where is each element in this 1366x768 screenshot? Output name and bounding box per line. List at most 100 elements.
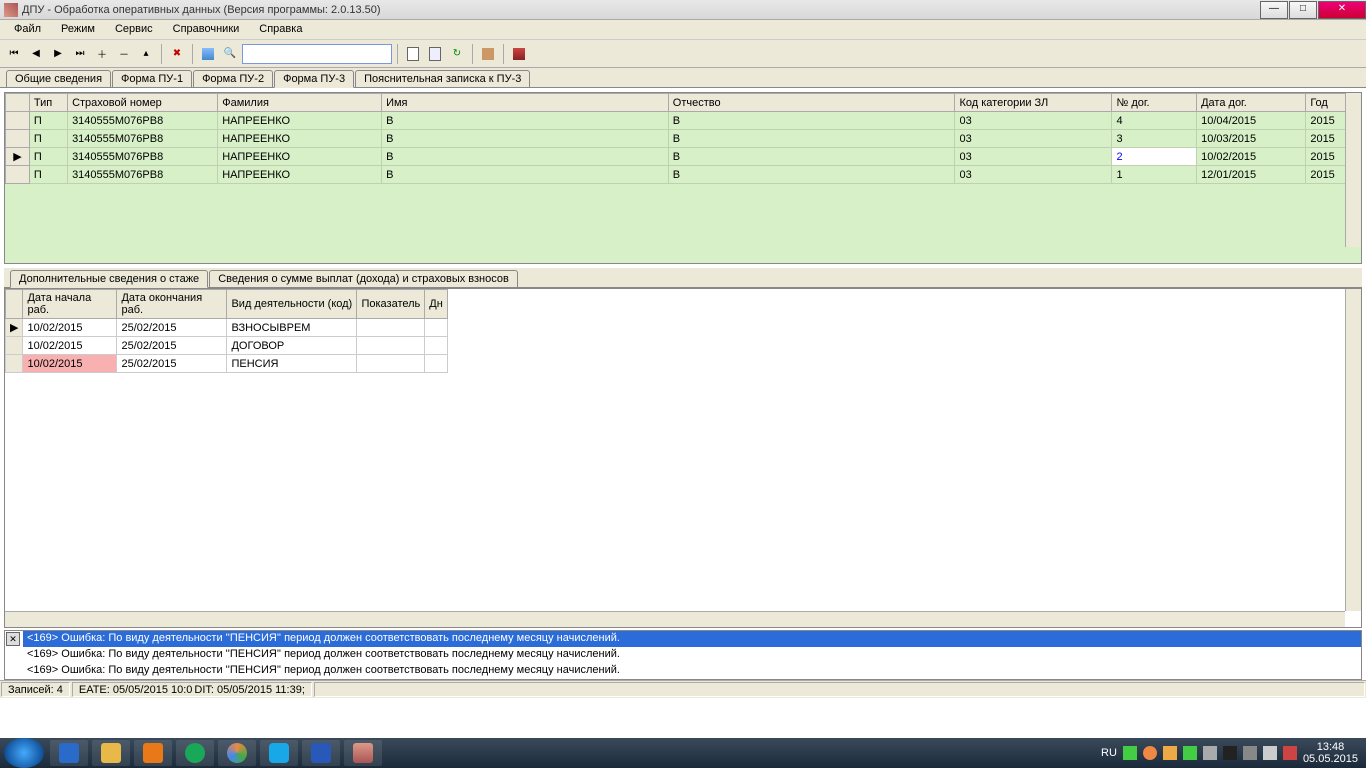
table-cell[interactable]: П	[29, 166, 67, 184]
table-cell[interactable]: 10/04/2015	[1197, 112, 1306, 130]
table-cell[interactable]: 03	[955, 130, 1112, 148]
tab-general[interactable]: Общие сведения	[6, 70, 111, 87]
table-cell[interactable]	[357, 319, 425, 337]
maximize-button[interactable]: □	[1289, 1, 1317, 19]
task-word[interactable]	[302, 740, 340, 766]
error-close-button[interactable]: ✕	[6, 632, 20, 646]
table-cell[interactable]: 4	[1112, 112, 1197, 130]
table-cell[interactable]	[425, 355, 448, 373]
doc1-button[interactable]	[403, 44, 423, 64]
table-cell[interactable]: ВЗНОСЫВРЕМ	[227, 319, 357, 337]
table-cell[interactable]: 3140555M076PB8	[68, 166, 218, 184]
remove-button[interactable]: －	[114, 44, 134, 64]
tray-icon3[interactable]	[1163, 746, 1177, 760]
tray-icon1[interactable]	[1123, 746, 1137, 760]
error-row[interactable]: <169> Ошибка: По виду деятельности ''ПЕН…	[23, 647, 1361, 663]
table-cell[interactable]: 3	[1112, 130, 1197, 148]
close-button[interactable]: ✕	[1318, 1, 1366, 19]
table-cell[interactable]: 10/03/2015	[1197, 130, 1306, 148]
table-cell[interactable]: 10/02/2015	[23, 337, 117, 355]
task-skype[interactable]	[260, 740, 298, 766]
tab-pu1[interactable]: Форма ПУ-1	[112, 70, 192, 87]
tray-icon4[interactable]	[1183, 746, 1197, 760]
tool1-button[interactable]	[478, 44, 498, 64]
grid2-vscroll[interactable]	[1345, 289, 1361, 611]
prev-record-button[interactable]: ◀	[26, 44, 46, 64]
tray-net-icon[interactable]	[1263, 746, 1277, 760]
next-record-button[interactable]: ▶	[48, 44, 68, 64]
tab-pu3[interactable]: Форма ПУ-3	[274, 70, 354, 88]
menu-mode[interactable]: Режим	[51, 20, 105, 39]
tab-pu2[interactable]: Форма ПУ-2	[193, 70, 273, 87]
filter-button[interactable]	[198, 44, 218, 64]
table-cell[interactable]: 12/01/2015	[1197, 166, 1306, 184]
table-cell[interactable]: В	[382, 148, 669, 166]
tab-stazh[interactable]: Дополнительные сведения о стаже	[10, 270, 208, 288]
tray-lang[interactable]: RU	[1101, 747, 1117, 759]
table-cell[interactable]: В	[382, 112, 669, 130]
table-cell[interactable]: 25/02/2015	[117, 337, 227, 355]
menu-service[interactable]: Сервис	[105, 20, 163, 39]
table-cell[interactable]: 10/02/2015	[1197, 148, 1306, 166]
table-cell[interactable]: НАПРЕЕНКО	[218, 130, 382, 148]
table-cell[interactable]: 3140555M076PB8	[68, 112, 218, 130]
menu-reference[interactable]: Справочники	[163, 20, 250, 39]
table-cell[interactable]: НАПРЕЕНКО	[218, 166, 382, 184]
table-cell[interactable]: ПЕНСИЯ	[227, 355, 357, 373]
table-cell[interactable]: 25/02/2015	[117, 355, 227, 373]
search-button[interactable]: 🔍	[220, 44, 240, 64]
tab-summa[interactable]: Сведения о сумме выплат (дохода) и страх…	[209, 270, 518, 287]
table-cell[interactable]: В	[382, 166, 669, 184]
table-cell[interactable]: НАПРЕЕНКО	[218, 112, 382, 130]
grid2-hscroll[interactable]	[5, 611, 1345, 627]
tray-vol-icon[interactable]	[1283, 746, 1297, 760]
main-grid[interactable]: ТипСтраховой номерФамилияИмяОтчествоКод …	[5, 93, 1361, 263]
task-wmp[interactable]	[134, 740, 172, 766]
exit-button[interactable]	[509, 44, 529, 64]
table-cell[interactable]	[357, 337, 425, 355]
table-cell[interactable]: 3140555M076PB8	[68, 130, 218, 148]
task-dpu[interactable]	[344, 740, 382, 766]
table-cell[interactable]: 2	[1112, 148, 1197, 166]
error-row[interactable]: <169> Ошибка: По виду деятельности ''ПЕН…	[23, 663, 1361, 679]
last-record-button[interactable]: ⏭	[70, 44, 90, 64]
tray-icon5[interactable]	[1203, 746, 1217, 760]
table-cell[interactable]: П	[29, 148, 67, 166]
menu-file[interactable]: Файл	[4, 20, 51, 39]
table-cell[interactable]: 1	[1112, 166, 1197, 184]
add-button[interactable]: ＋	[92, 44, 112, 64]
table-cell[interactable]: В	[382, 130, 669, 148]
refresh-button[interactable]: ↻	[447, 44, 467, 64]
grid1-vscroll[interactable]	[1345, 93, 1361, 247]
tray-flag-icon[interactable]	[1223, 746, 1237, 760]
table-cell[interactable]: П	[29, 112, 67, 130]
table-cell[interactable]: 25/02/2015	[117, 319, 227, 337]
minimize-button[interactable]: —	[1260, 1, 1288, 19]
search-input[interactable]	[242, 44, 392, 64]
task-mail[interactable]	[176, 740, 214, 766]
table-cell[interactable]: 3140555M076PB8	[68, 148, 218, 166]
table-cell[interactable]: В	[668, 148, 955, 166]
tray-icon2[interactable]	[1143, 746, 1157, 760]
table-cell[interactable]: В	[668, 166, 955, 184]
tray-power-icon[interactable]	[1243, 746, 1257, 760]
table-cell[interactable]: НАПРЕЕНКО	[218, 148, 382, 166]
menu-help[interactable]: Справка	[249, 20, 312, 39]
tab-note[interactable]: Пояснительная записка к ПУ-3	[355, 70, 530, 87]
task-explorer[interactable]	[92, 740, 130, 766]
table-cell[interactable]: В	[668, 130, 955, 148]
table-cell[interactable]	[357, 355, 425, 373]
table-cell[interactable]	[425, 337, 448, 355]
task-ie[interactable]	[50, 740, 88, 766]
start-button[interactable]	[4, 738, 44, 768]
doc2-button[interactable]	[425, 44, 445, 64]
table-cell[interactable]	[425, 319, 448, 337]
first-record-button[interactable]: ⏮	[4, 44, 24, 64]
table-cell[interactable]: В	[668, 112, 955, 130]
table-cell[interactable]: 03	[955, 112, 1112, 130]
table-cell[interactable]: П	[29, 130, 67, 148]
table-cell[interactable]: 03	[955, 148, 1112, 166]
table-cell[interactable]: 03	[955, 166, 1112, 184]
tray-clock[interactable]: 13:48 05.05.2015	[1303, 741, 1358, 765]
sub-grid[interactable]: Дата начала раб.Дата окончания раб.Вид д…	[5, 289, 448, 373]
